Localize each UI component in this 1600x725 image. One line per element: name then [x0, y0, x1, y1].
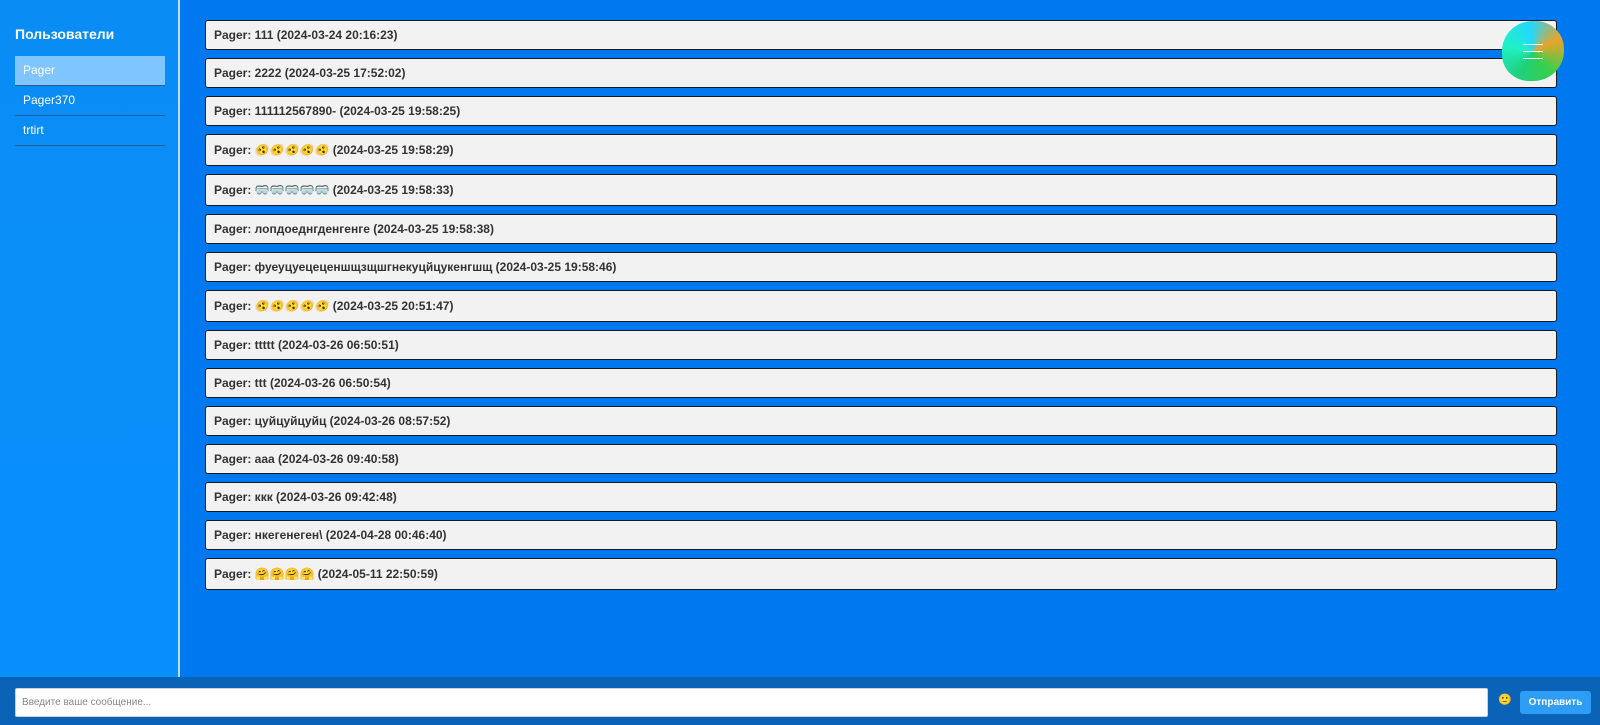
- menu-line: [1523, 57, 1543, 59]
- message-item: Pager: ttt (2024-03-26 06:50:54): [205, 368, 1557, 398]
- message-composer: 🙂 Отправить: [0, 677, 1600, 725]
- user-item-pager[interactable]: Pager: [15, 56, 165, 86]
- chat-main: Pager: 111 (2024-03-24 20:16:23) Pager: …: [180, 0, 1600, 677]
- chat-app: Пользователи Pager Pager370 trtirt Pager…: [0, 0, 1600, 725]
- user-item-pager370[interactable]: Pager370: [15, 86, 165, 116]
- message-list: Pager: 111 (2024-03-24 20:16:23) Pager: …: [205, 20, 1557, 598]
- message-input[interactable]: [15, 688, 1488, 717]
- menu-line: [1523, 50, 1543, 52]
- message-item: Pager: 🥽🥽🥽🥽🥽 (2024-03-25 19:58:33): [205, 174, 1557, 206]
- message-item: Pager: 🫨🫨🫨🫨🫨 (2024-03-25 20:51:47): [205, 290, 1557, 322]
- smiley-icon[interactable]: 🙂: [1498, 693, 1512, 707]
- message-item: Pager: фуеуцуецеценшщзщшгнекуцйцукенгшщ …: [205, 252, 1557, 282]
- send-button[interactable]: Отправить: [1520, 691, 1591, 714]
- user-item-trtirt[interactable]: trtirt: [15, 116, 165, 146]
- message-item: Pager: ttttt (2024-03-26 06:50:51): [205, 330, 1557, 360]
- message-item: Pager: 2222 (2024-03-25 17:52:02): [205, 58, 1557, 88]
- users-sidebar: Пользователи Pager Pager370 trtirt: [0, 0, 180, 725]
- user-list: Pager Pager370 trtirt: [15, 56, 165, 146]
- sidebar-title: Пользователи: [15, 26, 115, 42]
- message-item: Pager: 🫨🫨🫨🫨🫨 (2024-03-25 19:58:29): [205, 134, 1557, 166]
- menu-line: [1523, 43, 1543, 45]
- message-item: Pager: нкегенеген\ (2024-04-28 00:46:40): [205, 520, 1557, 550]
- message-item: Pager: лопдоеднгденгенге (2024-03-25 19:…: [205, 214, 1557, 244]
- message-item: Pager: 🤗🤗🤗🤗 (2024-05-11 22:50:59): [205, 558, 1557, 590]
- message-item: Pager: 111112567890- (2024-03-25 19:58:2…: [205, 96, 1557, 126]
- message-item: Pager: 111 (2024-03-24 20:16:23): [205, 20, 1557, 50]
- hamburger-menu-button[interactable]: [1502, 21, 1564, 81]
- message-item: Pager: ккк (2024-03-26 09:42:48): [205, 482, 1557, 512]
- message-item: Pager: цуйцуйцуйц (2024-03-26 08:57:52): [205, 406, 1557, 436]
- message-item: Pager: ааа (2024-03-26 09:40:58): [205, 444, 1557, 474]
